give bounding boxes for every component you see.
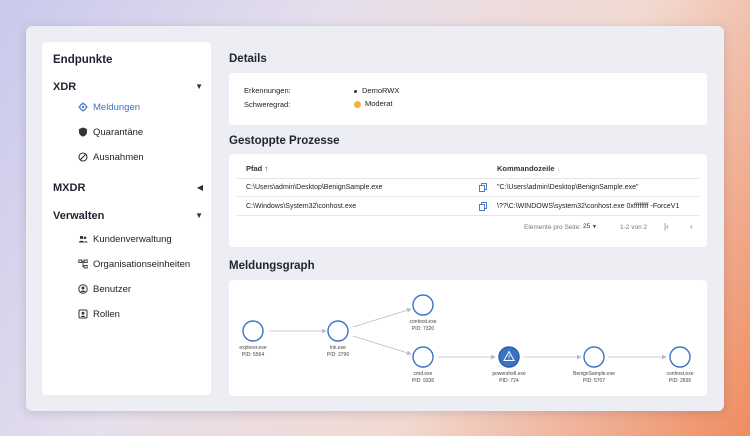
svg-text:cmd.exe: cmd.exe [414, 371, 433, 377]
detection-value: DemoRWX [354, 86, 399, 95]
svg-text:conhost.exe: conhost.exe [410, 319, 437, 325]
sidebar-section-mxdr[interactable]: MXDR ◀ [53, 182, 203, 196]
user-circle-icon [78, 284, 88, 294]
chevron-down-icon: ▼ [195, 82, 203, 91]
per-page-select[interactable]: 25 ▼ [583, 223, 597, 230]
first-page-icon[interactable]: |‹ [664, 222, 669, 231]
svg-text:PID: 3796: PID: 3796 [327, 352, 349, 358]
graph-node[interactable]: conhost.exe PID: 7320 [410, 294, 437, 332]
chevron-down-icon: ▼ [592, 224, 597, 230]
sidebar-section-xdr[interactable]: XDR ▼ [53, 81, 203, 95]
app-window: Endpunkte XDR ▼ Meldungen Quarantäne Aus… [26, 26, 724, 411]
copy-icon[interactable] [479, 202, 487, 211]
svg-text:powershell.exe: powershell.exe [492, 371, 526, 377]
graph-node[interactable]: explorer.exe PID: 5564 [239, 320, 267, 358]
org-icon [78, 259, 88, 269]
graph-node[interactable]: lnk.exe PID: 3796 [327, 320, 349, 358]
graph-node-alert[interactable]: powershell.exe PID: 724 [492, 346, 526, 384]
row-divider [237, 215, 699, 216]
bullet-icon [354, 89, 357, 93]
sidebar-item-rollen[interactable]: Rollen [78, 307, 206, 321]
process-graph: explorer.exe PID: 5564 lnk.exe PID: 3796… [239, 294, 694, 384]
gear-icon [78, 102, 88, 112]
process-cmd: "C:\Users\admin\Desktop\BenignSample.exe… [497, 184, 639, 191]
graph-edge [352, 307, 412, 328]
id-card-icon [78, 309, 88, 319]
col-path-header[interactable]: Pfad ↑ [246, 164, 268, 173]
svg-text:conhost.exe: conhost.exe [667, 371, 694, 377]
sidebar-item-organisationseinheiten[interactable]: Organisationseinheiten [78, 257, 206, 271]
severity-badge: Moderat [354, 99, 393, 108]
sidebar-item-benutzer[interactable]: Benutzer [78, 282, 206, 296]
row-divider [237, 196, 699, 197]
page-range: 1-2 von 2 [620, 224, 648, 231]
sidebar-item-ausnahmen[interactable]: Ausnahmen [78, 150, 206, 164]
shield-icon [79, 127, 87, 137]
svg-text:PID: 5564: PID: 5564 [242, 352, 264, 358]
svg-text:PID: 2836: PID: 2836 [669, 378, 691, 384]
details-card: Erkennungen: DemoRWX Schweregrad: Modera… [229, 73, 707, 125]
process-path: C:\Users\admin\Desktop\BenignSample.exe [246, 184, 383, 191]
processes-card: Pfad ↑ Kommandozeile ↓ C:\Users\admin\De… [229, 154, 707, 247]
severity-dot-icon [354, 100, 361, 108]
svg-text:lnk.exe: lnk.exe [330, 345, 346, 351]
svg-text:BenignSample.exe: BenignSample.exe [573, 371, 615, 377]
svg-text:PID: 5707: PID: 5707 [583, 378, 605, 384]
per-page-label: Elemente pro Seite: [524, 224, 582, 231]
sidebar: Endpunkte XDR ▼ Meldungen Quarantäne Aus… [42, 42, 211, 395]
graph-node[interactable]: BenignSample.exe PID: 5707 [573, 346, 615, 384]
sidebar-section-verwalten[interactable]: Verwalten ▼ [53, 210, 203, 224]
chevron-left-icon: ◀ [196, 183, 203, 192]
users-icon [78, 235, 88, 243]
sort-icon: ↓ [556, 164, 561, 173]
main-content: Details Erkennungen: DemoRWX Schweregrad… [227, 26, 709, 411]
details-heading: Details [229, 53, 267, 65]
row-divider [237, 178, 699, 179]
svg-text:PID: 724: PID: 724 [499, 378, 519, 384]
prev-page-icon[interactable]: ‹ [690, 222, 693, 231]
graph-edge [352, 335, 412, 356]
process-cmd: \??\C:\WINDOWS\system32\conhost.exe 0xff… [497, 203, 680, 210]
chevron-down-icon: ▼ [195, 211, 203, 220]
copy-icon[interactable] [479, 183, 487, 192]
detection-label: Erkennungen: [244, 86, 291, 95]
process-path: C:\Windows\System32\conhost.exe [246, 203, 357, 210]
graph-heading: Meldungsgraph [229, 260, 315, 272]
sidebar-item-quarantaene[interactable]: Quarantäne [78, 125, 206, 139]
processes-heading: Gestoppte Prozesse [229, 135, 340, 147]
sidebar-title: Endpunkte [53, 54, 113, 66]
svg-text:PID: 9336: PID: 9336 [412, 378, 434, 384]
severity-label: Schweregrad: [244, 100, 291, 109]
svg-text:explorer.exe: explorer.exe [239, 345, 266, 351]
sort-asc-icon: ↑ [264, 164, 269, 173]
graph-card: explorer.exe PID: 5564 lnk.exe PID: 3796… [229, 280, 707, 396]
col-cmd-header[interactable]: Kommandozeile ↓ [497, 164, 560, 173]
sidebar-item-kundenverwaltung[interactable]: Kundenverwaltung [78, 232, 206, 246]
graph-node[interactable]: cmd.exe PID: 9336 [412, 346, 434, 384]
graph-node[interactable]: conhost.exe PID: 2836 [667, 346, 694, 384]
svg-text:PID: 7320: PID: 7320 [412, 326, 434, 332]
block-icon [78, 152, 88, 162]
sidebar-item-meldungen[interactable]: Meldungen [78, 100, 206, 114]
